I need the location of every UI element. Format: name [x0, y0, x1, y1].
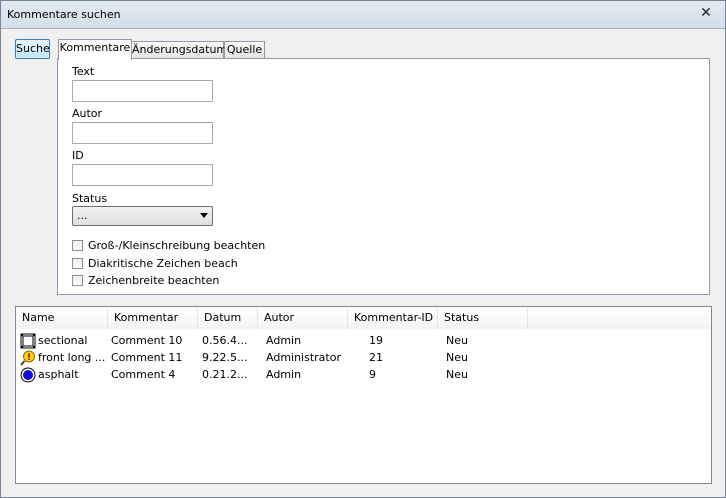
author-input[interactable]: [72, 122, 213, 144]
row-name: sectional: [38, 334, 88, 347]
comments-tab-panel: Text Autor ID Status ... Groß-/Kleinschr…: [57, 58, 710, 295]
row-comment: Comment 10: [111, 334, 183, 347]
row-comment: Comment 11: [111, 351, 183, 364]
tab-aenderungsdatum[interactable]: Änderungsdatum: [131, 41, 227, 59]
warning-magnifier-icon: !: [20, 350, 35, 366]
row-author: Admin: [266, 334, 302, 347]
row-author: Administrator: [266, 351, 341, 364]
id-label: ID: [72, 149, 84, 162]
blue-circle-icon: [20, 367, 36, 383]
column-header-comment-id[interactable]: Kommentar-ID: [348, 307, 438, 329]
dialog-window: Kommentare suchen ✕ Suche Kommentare Änd…: [0, 0, 726, 498]
row-date: 0.56.4...: [202, 334, 248, 347]
row-status: Neu: [446, 334, 468, 347]
case-sensitive-label: Groß-/Kleinschreibung beachten: [88, 239, 266, 252]
column-header-filler: [528, 307, 711, 329]
row-status: Neu: [446, 368, 468, 381]
row-name: front long ...: [38, 351, 106, 364]
svg-text:!: !: [27, 353, 31, 363]
column-header-status[interactable]: Status: [438, 307, 528, 329]
status-label: Status: [72, 192, 108, 205]
row-date: 9.22.5...: [202, 351, 248, 364]
row-date: 0.21.2...: [202, 368, 248, 381]
char-width-label: Zeichenbreite beachten: [88, 274, 220, 287]
char-width-checkbox[interactable]: [72, 275, 83, 286]
tab-quelle[interactable]: Quelle: [224, 41, 265, 59]
case-sensitive-checkbox[interactable]: [72, 240, 83, 251]
table-row[interactable]: ! front long ... Comment 11 9.22.5... Ad…: [16, 350, 711, 367]
status-dropdown[interactable]: ...: [72, 206, 213, 226]
column-header-comment[interactable]: Kommentar: [108, 307, 198, 329]
text-input[interactable]: [72, 80, 213, 102]
table-row[interactable]: sectional Comment 10 0.56.4... Admin 19 …: [16, 333, 711, 350]
row-name: asphalt: [38, 368, 79, 381]
title-bar: Kommentare suchen ✕: [1, 1, 725, 29]
dropdown-arrow-icon: [200, 213, 208, 218]
close-icon[interactable]: ✕: [697, 4, 715, 22]
status-value: ...: [77, 209, 88, 222]
film-frame-icon: [20, 333, 36, 349]
search-button[interactable]: Suche: [15, 39, 50, 59]
column-header-name[interactable]: Name: [16, 307, 108, 329]
text-label: Text: [72, 65, 95, 78]
tab-kommentare[interactable]: Kommentare: [58, 39, 132, 60]
table-row[interactable]: asphalt Comment 4 0.21.2... Admin 9 Neu: [16, 367, 711, 384]
row-comment-id: 19: [369, 334, 383, 347]
column-header-author[interactable]: Autor: [258, 307, 348, 329]
diacritics-label: Diakritische Zeichen beach: [88, 257, 238, 270]
column-header-date[interactable]: Datum: [198, 307, 258, 329]
author-label: Autor: [72, 107, 103, 120]
results-list[interactable]: Name Kommentar Datum Autor Kommentar-ID …: [15, 306, 712, 484]
diacritics-checkbox[interactable]: [72, 258, 83, 269]
window-title: Kommentare suchen: [7, 8, 121, 21]
row-comment-id: 21: [369, 351, 383, 364]
row-author: Admin: [266, 368, 302, 381]
row-comment-id: 9: [369, 368, 376, 381]
row-status: Neu: [446, 351, 468, 364]
row-comment: Comment 4: [111, 368, 176, 381]
id-input[interactable]: [72, 164, 213, 186]
